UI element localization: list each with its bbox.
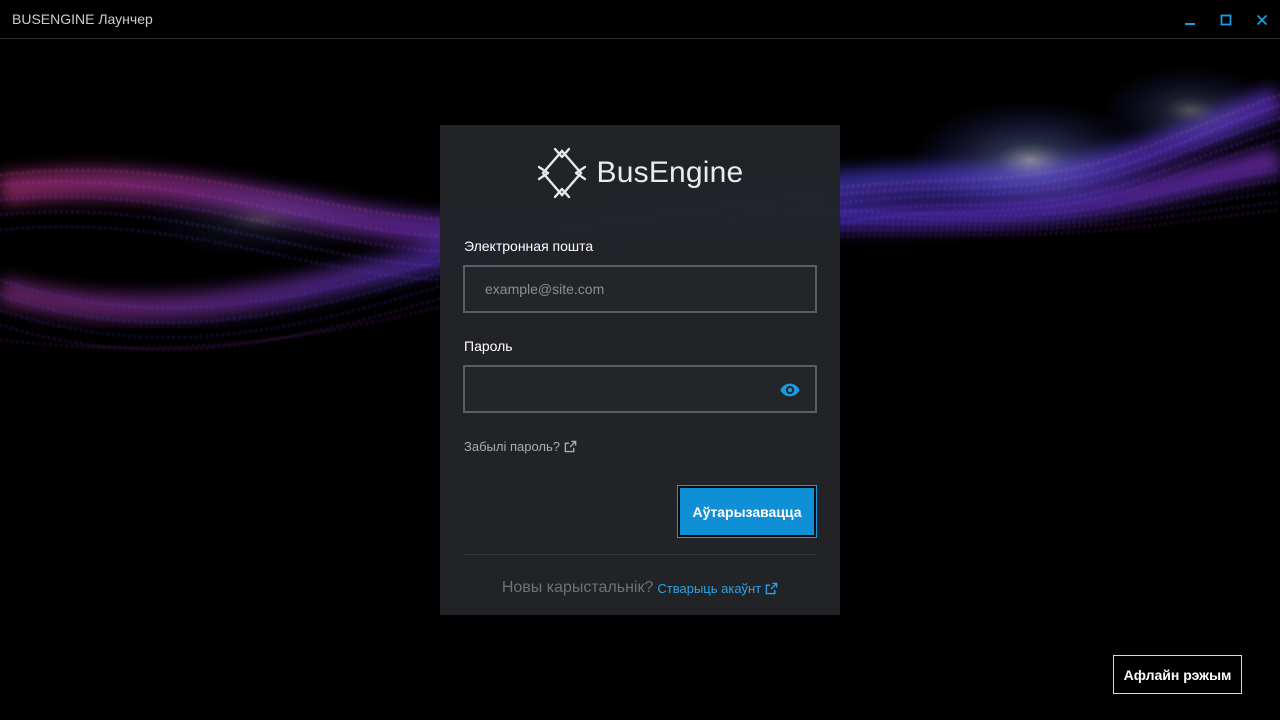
- brand-name: BusEngine: [596, 156, 744, 189]
- divider: [464, 554, 816, 555]
- show-password-button[interactable]: [779, 379, 801, 401]
- email-field-wrapper: [463, 265, 817, 313]
- password-field-wrapper: [463, 365, 817, 413]
- email-input[interactable]: [465, 267, 815, 311]
- forgot-password-link[interactable]: Забылі пароль?: [464, 439, 577, 454]
- password-label: Пароль: [464, 338, 513, 354]
- login-card: BusEngine Электронная пошта Пароль Забыл…: [440, 125, 840, 615]
- eye-icon: [780, 383, 800, 397]
- email-label: Электронная пошта: [464, 238, 594, 254]
- forgot-password-label: Забылі пароль?: [464, 439, 560, 454]
- window-controls: [1172, 0, 1280, 39]
- close-icon: [1256, 14, 1268, 25]
- login-button[interactable]: Аўтарызавацца: [677, 485, 817, 538]
- offline-mode-button[interactable]: Афлайн рэжым: [1113, 655, 1242, 694]
- title-bar: BUSENGINE Лаунчер: [0, 0, 1280, 39]
- brand-logo: BusEngine: [440, 145, 840, 201]
- external-link-icon: [765, 582, 778, 594]
- create-account-label: Стварыць акаўнт: [657, 580, 762, 596]
- password-input[interactable]: [465, 367, 815, 411]
- maximize-button[interactable]: [1208, 0, 1244, 39]
- close-button[interactable]: [1244, 0, 1280, 39]
- new-user-question: Новы карыстальнік?: [501, 579, 654, 596]
- busengine-logo-icon: [537, 147, 586, 199]
- window-title: BUSENGINE Лаунчер: [12, 11, 153, 27]
- maximize-icon: [1220, 14, 1232, 25]
- create-account-link[interactable]: Стварыць акаўнт: [657, 581, 778, 596]
- external-link-icon: [564, 440, 577, 453]
- signup-row: Новы карыстальнік? Стварыць акаўнт: [440, 579, 840, 597]
- minimize-icon: [1185, 22, 1195, 25]
- minimize-button[interactable]: [1172, 0, 1208, 39]
